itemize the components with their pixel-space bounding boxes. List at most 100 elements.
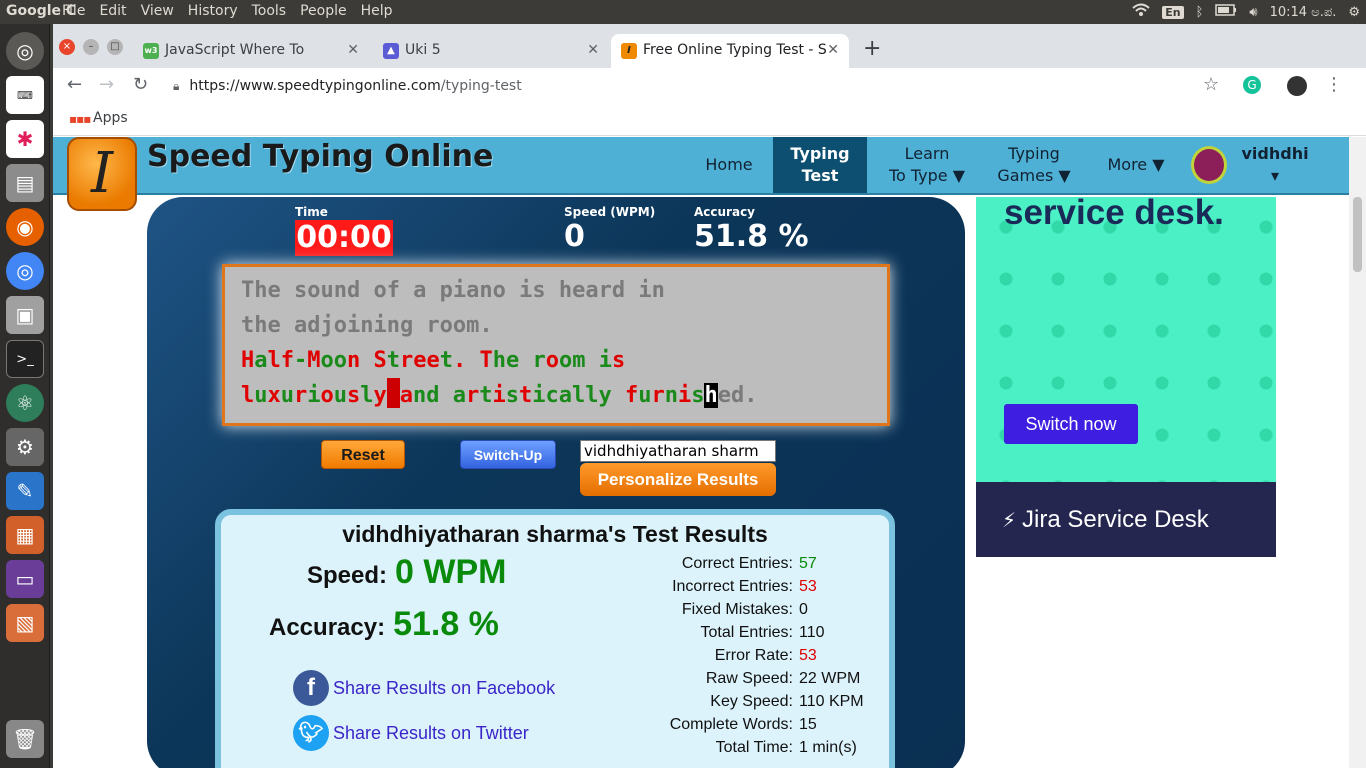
- files-icon[interactable]: ▤: [6, 164, 44, 202]
- chrome-menu-icon[interactable]: ⋮: [1325, 74, 1343, 95]
- terminal-icon[interactable]: >_: [6, 340, 44, 378]
- advertisement[interactable]: service desk. Switch now ⚡︎ Jira Service …: [976, 197, 1276, 557]
- typing-text-area[interactable]: The sound of a piano is heard in the adj…: [222, 264, 890, 426]
- impress-icon[interactable]: ▦: [6, 516, 44, 554]
- bookmark-star-icon[interactable]: ☆: [1203, 74, 1219, 95]
- site-navbar: Speed Typing Online Home Typing Test Lea…: [53, 137, 1349, 195]
- trash-icon[interactable]: 🗑︎: [6, 720, 44, 758]
- stat-error-rate: Error Rate: 53: [714, 647, 817, 664]
- results-title: vidhdhiyatharan sharma's Test Results: [342, 521, 768, 547]
- tab-close-icon[interactable]: ✕: [587, 34, 599, 66]
- stat-incorrect-entries: Incorrect Entries: 53: [672, 578, 817, 595]
- atom-icon[interactable]: ⚛: [6, 384, 44, 422]
- text-line: The sound of a piano is heard in: [241, 278, 665, 303]
- name-input[interactable]: [580, 440, 776, 462]
- nav-home[interactable]: Home: [689, 137, 769, 193]
- grammarly-icon[interactable]: G: [1243, 76, 1261, 94]
- typed-line: Half-Moon Street. The room is: [241, 348, 626, 373]
- display-icon[interactable]: ▭: [6, 560, 44, 598]
- share-twitter-link[interactable]: 🐦︎ Share Results on Twitter: [293, 715, 529, 751]
- settings-gear-icon[interactable]: ⚙: [1348, 5, 1360, 20]
- stat-total-time: Total Time: 1 min(s): [715, 739, 857, 756]
- apps-bookmark[interactable]: Apps: [93, 110, 128, 126]
- speedtyping-favicon-icon: I: [621, 43, 637, 59]
- clock[interactable]: 10:14 ಅ.ಪ.: [1270, 5, 1337, 20]
- chrome-icon[interactable]: ◎: [6, 252, 44, 290]
- speed-label: Speed (WPM): [564, 205, 656, 219]
- profile-avatar-icon[interactable]: [1287, 76, 1307, 96]
- tab-uki-5[interactable]: ▲ Uki 5 ✕: [373, 34, 609, 68]
- ad-headline: service desk.: [1004, 197, 1224, 232]
- menu-edit[interactable]: Edit: [99, 3, 126, 19]
- keyboard-app-icon[interactable]: ⌨: [6, 76, 44, 114]
- ad-brand-bar: ⚡︎ Jira Service Desk: [976, 482, 1276, 557]
- tab-close-icon[interactable]: ✕: [347, 34, 359, 66]
- timer-display: 00:00: [295, 220, 393, 256]
- reload-icon[interactable]: ↻: [133, 74, 148, 95]
- camera-app-icon[interactable]: ▣: [6, 296, 44, 334]
- archive-manager-icon[interactable]: ▧: [6, 604, 44, 642]
- nav-typing-test[interactable]: Typing Test: [773, 137, 867, 193]
- user-avatar: [1191, 146, 1228, 184]
- back-arrow-icon[interactable]: ←: [67, 74, 82, 95]
- url-host: https://www.speedtypingonline.com: [189, 78, 441, 94]
- speed-value: 0: [564, 219, 585, 254]
- ubuntu-dash-icon[interactable]: ◎: [6, 32, 44, 70]
- apps-grid-icon[interactable]: ▪▪▪: [69, 112, 91, 126]
- address-bar[interactable]: 🔒︎ https://www.speedtypingonline.com/typi…: [173, 72, 1223, 100]
- user-menu[interactable]: vidhdhi ▾: [1191, 137, 1313, 193]
- tab-javascript-where-to[interactable]: w3 JavaScript Where To ✕: [133, 34, 369, 68]
- menu-people[interactable]: People: [300, 3, 347, 19]
- firefox-icon[interactable]: ◉: [6, 208, 44, 246]
- volume-icon[interactable]: 🔊︎: [1249, 5, 1257, 20]
- browser-toolbar: ← → ↻ 🔒︎ https://www.speedtypingonline.co…: [53, 68, 1366, 104]
- switch-up-button[interactable]: Switch-Up: [460, 440, 556, 469]
- share-facebook-link[interactable]: f Share Results on Facebook: [293, 670, 555, 706]
- web-page: Speed Typing Online Home Typing Test Lea…: [53, 137, 1349, 768]
- ad-switch-now-button[interactable]: Switch now: [1004, 404, 1138, 444]
- slack-icon[interactable]: ✱: [6, 120, 44, 158]
- twitter-icon: 🐦︎: [293, 715, 329, 751]
- window-close-icon[interactable]: ×: [59, 39, 75, 55]
- keyboard-layout-indicator[interactable]: En: [1162, 5, 1184, 19]
- system-top-panel: Google C File Edit View History Tools Pe…: [0, 0, 1366, 24]
- new-tab-icon[interactable]: +: [863, 36, 881, 61]
- launcher-dock: ◎ ⌨ ✱ ▤ ◉ ◎ ▣ >_ ⚛ ⚙ ✎ ▦ ▭ ▧ 🗑︎: [0, 24, 50, 768]
- time-label: Time: [295, 205, 328, 219]
- battery-icon[interactable]: [1215, 4, 1237, 20]
- wifi-icon[interactable]: [1132, 3, 1150, 21]
- tab-close-icon[interactable]: ✕: [827, 34, 839, 66]
- menu-tools[interactable]: Tools: [252, 3, 287, 19]
- typed-line: luxuriously and artistically furnished.: [241, 378, 871, 413]
- menu-history[interactable]: History: [188, 3, 238, 19]
- stat-correct-entries: Correct Entries: 57: [681, 555, 817, 572]
- nav-more[interactable]: More ▼: [1089, 137, 1183, 193]
- tab-free-online-typing-test[interactable]: I Free Online Typing Test - S ✕: [611, 34, 849, 68]
- writer-icon[interactable]: ✎: [6, 472, 44, 510]
- personalize-results-button[interactable]: Personalize Results: [580, 463, 776, 496]
- scrollbar-thumb[interactable]: [1353, 197, 1362, 272]
- menu-file[interactable]: File: [62, 3, 85, 19]
- menu-help[interactable]: Help: [361, 3, 393, 19]
- bluetooth-icon[interactable]: ᛒ: [1196, 5, 1204, 20]
- window-maximize-icon[interactable]: □: [107, 39, 123, 55]
- system-settings-icon[interactable]: ⚙: [6, 428, 44, 466]
- typing-test-panel: Time 00:00 Speed (WPM) 0 Accuracy 51.8 %…: [147, 197, 965, 768]
- page-scrollbar[interactable]: [1349, 137, 1366, 768]
- forward-arrow-icon[interactable]: →: [99, 74, 114, 95]
- reset-button[interactable]: Reset: [321, 440, 405, 469]
- site-logo[interactable]: I: [67, 137, 137, 211]
- facebook-icon: f: [293, 670, 329, 706]
- nav-typing-games[interactable]: Typing Games ▼: [987, 137, 1081, 193]
- window-minimize-icon[interactable]: –: [83, 39, 99, 55]
- w3schools-favicon-icon: w3: [143, 43, 159, 59]
- stat-total-entries: Total Entries: 110: [700, 624, 825, 641]
- menu-view[interactable]: View: [141, 3, 174, 19]
- nav-learn-to-type[interactable]: Learn To Type ▼: [875, 137, 979, 193]
- tab-title: Free Online Typing Test - S: [643, 42, 827, 58]
- results-panel: vidhdhiyatharan sharma's Test Results Sp…: [215, 509, 895, 768]
- jira-bolt-icon: ⚡︎: [1002, 510, 1017, 532]
- typing-cursor: h: [704, 383, 718, 408]
- tab-strip: × – □ w3 JavaScript Where To ✕ ▲ Uki 5 ✕…: [53, 24, 1366, 68]
- site-title[interactable]: Speed Typing Online: [147, 139, 493, 174]
